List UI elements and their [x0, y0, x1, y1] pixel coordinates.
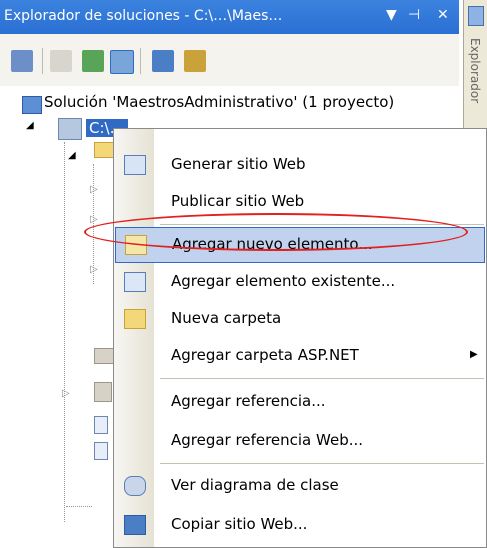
menu-separator: [160, 463, 484, 464]
refresh-icon[interactable]: [82, 50, 104, 72]
nest-related-files-icon[interactable]: [110, 50, 134, 74]
project-icon: [58, 118, 82, 140]
folder-icon: [94, 142, 114, 158]
menu-item-label: Nueva carpeta: [171, 309, 282, 327]
menu-item-ver-diagrama-de-clase[interactable]: Ver diagrama de clase: [114, 468, 486, 504]
menu-item-copiar-sitio-web[interactable]: Copiar sitio Web...: [114, 507, 486, 543]
collapsed-arrow-icon[interactable]: ▷: [90, 184, 98, 195]
menu-item-agregar-referencia-web[interactable]: Agregar referencia Web...: [114, 423, 486, 459]
menu-item-label: Agregar carpeta ASP.NET: [171, 346, 359, 364]
context-menu: Generar sitio Web Publicar sitio Web Agr…: [113, 128, 487, 548]
menu-item-label: Agregar elemento existente...: [171, 272, 396, 290]
expanded-arrow-icon[interactable]: ◢: [26, 120, 34, 131]
tree-guide-line: [66, 506, 92, 507]
new-folder-icon: [124, 309, 146, 329]
solution-explorer-tab-icon[interactable]: [468, 6, 484, 26]
menu-item-nueva-carpeta[interactable]: Nueva carpeta: [114, 301, 486, 337]
expanded-arrow-icon[interactable]: ◢: [68, 150, 76, 161]
menu-item-label: Agregar referencia Web...: [171, 431, 364, 449]
menu-item-label: Copiar sitio Web...: [171, 515, 308, 533]
class-diagram-icon: [124, 476, 146, 496]
submenu-arrow-icon: ▶: [470, 349, 478, 360]
menu-item-generar-sitio-web[interactable]: Generar sitio Web: [114, 147, 486, 183]
menu-item-label: Generar sitio Web: [171, 155, 306, 173]
window-title: Explorador de soluciones - C:\…\Maes…: [4, 8, 283, 24]
close-icon[interactable]: ✕: [437, 7, 449, 23]
add-existing-item-icon: [124, 272, 146, 292]
build-icon: [124, 155, 146, 175]
folder-icon: [94, 382, 112, 402]
tree-guide-line: [64, 142, 65, 522]
folder-icon: [94, 348, 114, 364]
file-icon: [94, 416, 108, 434]
menu-item-label: Publicar sitio Web: [171, 192, 305, 210]
collapsed-arrow-icon[interactable]: ▷: [62, 388, 70, 399]
menu-item-label: Agregar referencia...: [171, 392, 326, 410]
pin-icon[interactable]: ⊣: [408, 7, 420, 23]
toolbar-separator: [42, 48, 43, 74]
collapsed-arrow-icon[interactable]: ▷: [90, 264, 98, 275]
asp-net-config-icon[interactable]: [184, 50, 206, 72]
side-tab-label[interactable]: Explorador: [468, 38, 482, 103]
toolbar: [0, 34, 459, 86]
collapsed-arrow-icon[interactable]: ▷: [90, 214, 98, 225]
solution-node-label[interactable]: Solución 'MaestrosAdministrativo' (1 pro…: [44, 93, 394, 111]
copy-website-toolbar-icon[interactable]: [152, 50, 174, 72]
show-all-files-icon[interactable]: [50, 50, 72, 72]
solution-icon: [22, 96, 42, 114]
menu-item-agregar-referencia[interactable]: Agregar referencia...: [114, 384, 486, 420]
menu-item-agregar-elemento-existente[interactable]: Agregar elemento existente...: [114, 264, 486, 300]
toolbar-separator: [140, 48, 141, 74]
annotation-oval: [84, 213, 468, 251]
menu-item-agregar-carpeta-asp-net[interactable]: Agregar carpeta ASP.NET ▶: [114, 338, 486, 374]
title-bar: Explorador de soluciones - C:\…\Maes… ▼ …: [0, 0, 459, 34]
menu-item-label: Ver diagrama de clase: [171, 476, 339, 494]
file-icon: [94, 442, 108, 460]
menu-separator: [160, 378, 484, 379]
dropdown-arrow-icon[interactable]: ▼: [386, 7, 397, 23]
properties-icon[interactable]: [11, 50, 33, 72]
copy-website-icon: [124, 515, 146, 535]
